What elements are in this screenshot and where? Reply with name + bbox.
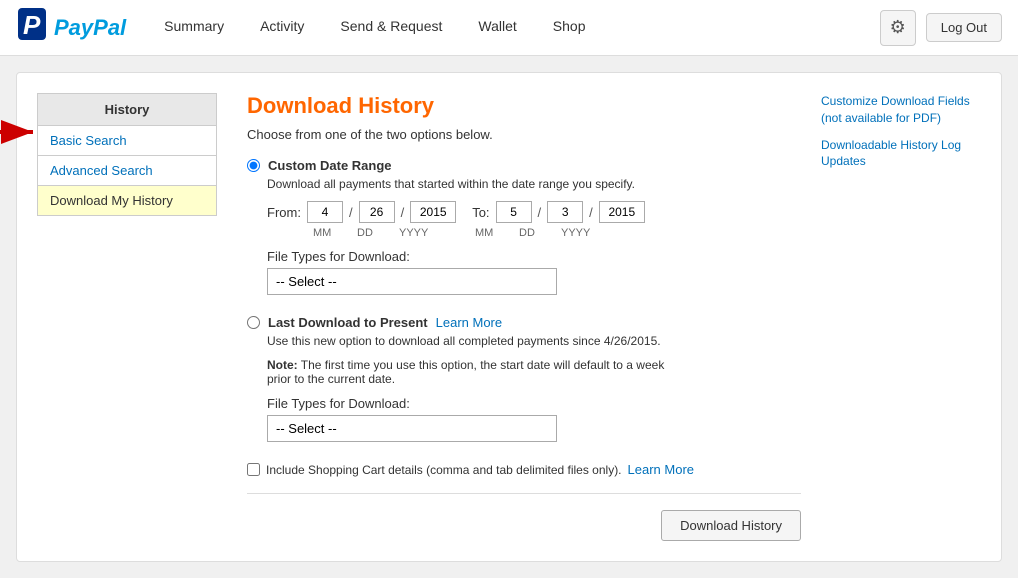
nav-item-wallet[interactable]: Wallet bbox=[460, 0, 534, 56]
option2-radio[interactable] bbox=[247, 316, 260, 329]
paypal-p-icon: P bbox=[16, 6, 48, 49]
intro-text: Choose from one of the two options below… bbox=[247, 127, 801, 142]
download-history-button[interactable]: Download History bbox=[661, 510, 801, 541]
file-type-select-2[interactable]: -- Select -- bbox=[267, 415, 557, 442]
to-month-input[interactable] bbox=[496, 201, 532, 223]
sidebar-area: History Basic Search Advanced Search Dow… bbox=[37, 93, 247, 541]
nav-links: Summary Activity Send & Request Wallet S… bbox=[146, 0, 880, 56]
date-sublabels-from: MM DD YYYY MM DD YYYY bbox=[313, 227, 801, 239]
svg-text:P: P bbox=[23, 10, 41, 40]
note-body: The first time you use this option, the … bbox=[267, 358, 664, 386]
sidebar-title: History bbox=[37, 93, 217, 126]
gear-icon: ⚙ bbox=[890, 17, 906, 38]
button-row: Download History bbox=[247, 510, 801, 541]
to-sep2: / bbox=[589, 205, 593, 220]
option1-header: Custom Date Range bbox=[247, 158, 801, 173]
option2-note: Note: The first time you use this option… bbox=[267, 358, 687, 386]
to-year-input[interactable] bbox=[599, 201, 645, 223]
nav-item-summary[interactable]: Summary bbox=[146, 0, 242, 56]
nav-item-activity[interactable]: Activity bbox=[242, 0, 322, 56]
file-types-label-2: File Types for Download: bbox=[267, 396, 801, 411]
to-mm-label: MM bbox=[475, 227, 513, 239]
option1-radio[interactable] bbox=[247, 159, 260, 172]
sidebar-item-basic-search[interactable]: Basic Search bbox=[37, 126, 217, 156]
option2-label: Last Download to Present bbox=[268, 315, 428, 330]
to-label: To: bbox=[472, 205, 489, 220]
file-types-select-container-1: -- Select -- bbox=[267, 268, 801, 295]
to-dd-label: DD bbox=[519, 227, 555, 239]
main-wrapper: History Basic Search Advanced Search Dow… bbox=[0, 56, 1018, 578]
option-custom-date-range: Custom Date Range Download all payments … bbox=[247, 158, 801, 295]
paypal-logo: P PayPal bbox=[16, 6, 126, 49]
logo-area: P PayPal bbox=[16, 6, 126, 49]
option2-description: Use this new option to download all comp… bbox=[267, 334, 801, 348]
top-navigation: P PayPal Summary Activity Send & Request… bbox=[0, 0, 1018, 56]
file-types-select-container-2: -- Select -- bbox=[267, 415, 801, 442]
shopping-cart-checkbox[interactable] bbox=[247, 463, 260, 476]
customize-fields-link[interactable]: Customize Download Fields (not available… bbox=[821, 93, 981, 127]
from-year-input[interactable] bbox=[410, 201, 456, 223]
from-month-input[interactable] bbox=[307, 201, 343, 223]
paypal-brand-name: PayPal bbox=[54, 15, 126, 41]
divider bbox=[247, 493, 801, 494]
to-sep1: / bbox=[538, 205, 542, 220]
sidebar-item-advanced-search[interactable]: Advanced Search bbox=[37, 156, 217, 186]
settings-button[interactable]: ⚙ bbox=[880, 10, 916, 46]
option1-description: Download all payments that started withi… bbox=[267, 177, 801, 191]
page-title: Download History bbox=[247, 93, 801, 119]
to-day-input[interactable] bbox=[547, 201, 583, 223]
note-label: Note: bbox=[267, 358, 298, 372]
from-mm-label: MM bbox=[313, 227, 351, 239]
nav-right: ⚙ Log Out bbox=[880, 10, 1002, 46]
option2-header: Last Download to Present Learn More bbox=[247, 315, 801, 330]
from-yyyy-label: YYYY bbox=[399, 227, 449, 239]
from-sep1: / bbox=[349, 205, 353, 220]
nav-item-shop[interactable]: Shop bbox=[535, 0, 604, 56]
sidebar-item-download-history[interactable]: Download My History bbox=[37, 186, 217, 216]
from-dd-label: DD bbox=[357, 227, 393, 239]
right-links-panel: Customize Download Fields (not available… bbox=[821, 93, 981, 541]
checkbox-learn-more-link[interactable]: Learn More bbox=[628, 462, 694, 477]
from-label: From: bbox=[267, 205, 301, 220]
from-day-input[interactable] bbox=[359, 201, 395, 223]
downloadable-history-link[interactable]: Downloadable History Log Updates bbox=[821, 137, 981, 171]
file-type-select-1[interactable]: -- Select -- bbox=[267, 268, 557, 295]
file-types-label-1: File Types for Download: bbox=[267, 249, 801, 264]
logout-button[interactable]: Log Out bbox=[926, 13, 1002, 42]
option-last-download: Last Download to Present Learn More Use … bbox=[247, 315, 801, 442]
nav-item-send-request[interactable]: Send & Request bbox=[322, 0, 460, 56]
shopping-cart-checkbox-row: Include Shopping Cart details (comma and… bbox=[247, 462, 801, 477]
content-box: History Basic Search Advanced Search Dow… bbox=[16, 72, 1002, 562]
from-sep2: / bbox=[401, 205, 405, 220]
to-yyyy-label: YYYY bbox=[561, 227, 611, 239]
arrow-indicator bbox=[0, 117, 40, 147]
date-range-row: From: / / To: / / bbox=[267, 201, 801, 223]
main-content: Download History Choose from one of the … bbox=[247, 93, 801, 541]
option2-learn-more-link[interactable]: Learn More bbox=[436, 315, 502, 330]
sidebar: History Basic Search Advanced Search Dow… bbox=[37, 93, 217, 216]
option1-label: Custom Date Range bbox=[268, 158, 392, 173]
checkbox-label: Include Shopping Cart details (comma and… bbox=[266, 463, 622, 477]
